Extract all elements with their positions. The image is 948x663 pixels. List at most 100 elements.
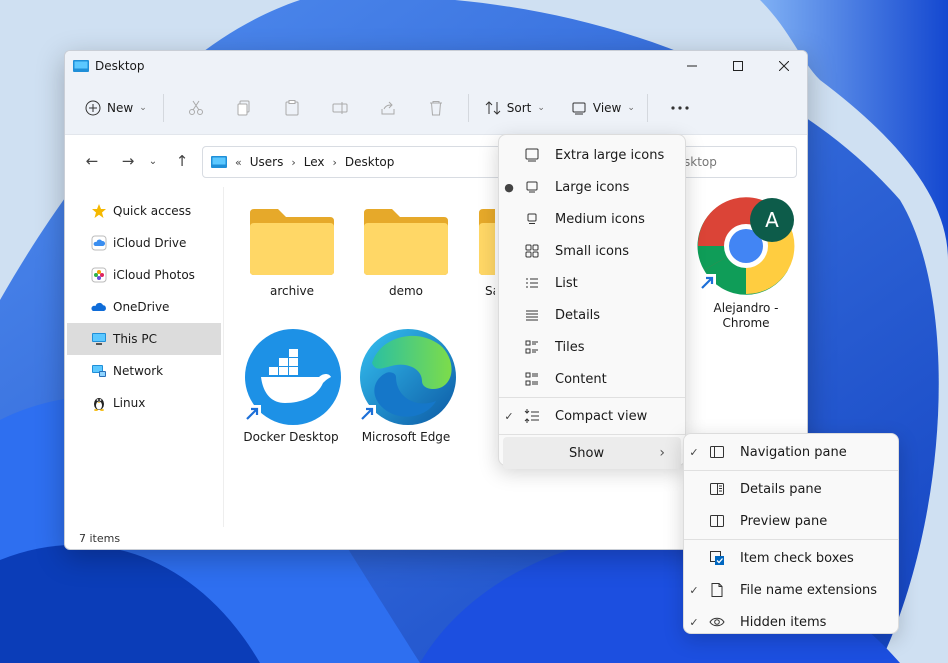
menu-item-hidden-items[interactable]: ✓ Hidden items xyxy=(684,606,898,638)
menu-item-navigation-pane[interactable]: ✓ Navigation pane xyxy=(684,436,898,468)
file-item-archive[interactable]: archive xyxy=(237,207,347,299)
chrome-icon: A xyxy=(697,197,795,295)
file-item-demo[interactable]: demo xyxy=(351,207,461,299)
menu-item-label: Details xyxy=(555,307,601,323)
address-bar[interactable]: « Users › Lex › Desktop xyxy=(202,146,502,178)
file-item-microsoft-edge[interactable]: Microsoft Edge xyxy=(351,327,461,445)
up-button[interactable]: ↑ xyxy=(167,146,197,176)
sidebar-item-label: Linux xyxy=(113,396,146,410)
chevron-right-icon: › xyxy=(332,155,337,169)
maximize-button[interactable] xyxy=(715,51,761,81)
menu-item-file-name-extensions[interactable]: ✓ File name extensions xyxy=(684,574,898,606)
file-item-alejandro-chrome[interactable]: A Alejandro - Chrome xyxy=(691,196,801,331)
delete-button[interactable] xyxy=(412,92,460,124)
item-count: 7 items xyxy=(79,532,121,545)
breadcrumb-desktop[interactable]: Desktop xyxy=(345,155,395,169)
minimize-button[interactable] xyxy=(669,51,715,81)
chevron-down-icon: ⌄ xyxy=(139,102,147,113)
rename-button[interactable] xyxy=(316,92,364,124)
menu-item-extra-large-icons[interactable]: Extra large icons xyxy=(499,139,685,171)
breadcrumb-users[interactable]: Users xyxy=(250,155,284,169)
menu-item-medium-icons[interactable]: Medium icons xyxy=(499,203,685,235)
checkmark-icon: ✓ xyxy=(504,409,514,423)
docker-icon xyxy=(243,329,341,425)
content-icon xyxy=(519,370,545,388)
trash-icon xyxy=(429,100,442,115)
paste-button[interactable] xyxy=(268,92,316,124)
copy-button[interactable] xyxy=(220,92,268,124)
more-options-button[interactable] xyxy=(656,92,704,124)
minimize-icon xyxy=(687,65,697,67)
file-label: demo xyxy=(388,284,424,298)
menu-item-details-pane[interactable]: Details pane xyxy=(684,473,898,505)
file-label: Docker Desktop xyxy=(243,430,339,444)
new-button[interactable]: New ⌄ xyxy=(77,92,155,124)
file-item-docker-desktop[interactable]: Docker Desktop xyxy=(236,327,346,445)
sort-icon xyxy=(485,100,501,115)
sidebar-item-network[interactable]: Network xyxy=(65,355,223,387)
menu-item-small-icons[interactable]: Small icons xyxy=(499,235,685,267)
sidebar-item-icloud-photos[interactable]: iCloud Photos xyxy=(65,259,223,291)
menu-item-item-check-boxes[interactable]: Item check boxes xyxy=(684,542,898,574)
arrow-up-icon: ↑ xyxy=(175,152,189,170)
navigation-pane: Quick access iCloud Drive iCloud Photos … xyxy=(65,187,223,527)
cut-button[interactable] xyxy=(172,92,220,124)
menu-item-show[interactable]: Show › xyxy=(503,437,681,469)
breadcrumb-lex[interactable]: Lex xyxy=(304,155,325,169)
scissors-icon xyxy=(188,100,203,115)
back-button[interactable]: ← xyxy=(77,146,107,176)
menu-divider xyxy=(499,434,685,435)
menu-item-large-icons[interactable]: ● Large icons xyxy=(499,171,685,203)
menu-item-details[interactable]: Details xyxy=(499,299,685,331)
file-label: archive xyxy=(269,284,315,298)
check-box-icon xyxy=(704,549,730,567)
preview-pane-icon xyxy=(704,512,730,530)
sidebar-item-this-pc[interactable]: This PC xyxy=(67,323,221,355)
menu-item-label: Show xyxy=(569,445,605,461)
file-item-sa[interactable]: Sa xyxy=(465,207,495,299)
sort-button[interactable]: Sort ⌄ xyxy=(477,92,553,124)
menu-item-compact-view[interactable]: ✓ Compact view xyxy=(499,400,685,432)
network-icon xyxy=(91,363,107,379)
checkmark-icon: ✓ xyxy=(689,583,699,597)
forward-button[interactable]: → xyxy=(113,146,143,176)
menu-item-label: Navigation pane xyxy=(740,444,847,460)
chevron-down-icon: ⌄ xyxy=(627,102,635,113)
sidebar-item-icloud-drive[interactable]: iCloud Drive xyxy=(65,227,223,259)
title-bar: Desktop xyxy=(65,51,807,81)
chevron-right-icon: › xyxy=(659,445,665,461)
sidebar-item-linux[interactable]: Linux xyxy=(65,387,223,419)
menu-item-label: Hidden items xyxy=(740,614,827,630)
avatar-letter: A xyxy=(765,208,779,232)
sidebar-item-quick-access[interactable]: Quick access xyxy=(65,195,223,227)
close-button[interactable] xyxy=(761,51,807,81)
sidebar-item-label: iCloud Photos xyxy=(113,268,195,282)
recent-locations-button[interactable]: ⌄ xyxy=(143,146,163,176)
menu-item-label: Extra large icons xyxy=(555,147,665,163)
menu-item-list[interactable]: List xyxy=(499,267,685,299)
menu-item-label: Large icons xyxy=(555,179,630,195)
breadcrumb-overflow[interactable]: « xyxy=(235,156,242,169)
share-button[interactable] xyxy=(364,92,412,124)
menu-item-label: Preview pane xyxy=(740,513,828,529)
menu-item-content[interactable]: Content xyxy=(499,363,685,395)
menu-item-label: Medium icons xyxy=(555,211,645,227)
menu-divider xyxy=(684,470,898,471)
file-icon xyxy=(704,581,730,599)
copy-icon xyxy=(237,100,250,115)
sidebar-item-label: OneDrive xyxy=(113,300,170,314)
checkmark-icon: ✓ xyxy=(689,445,699,459)
rename-icon xyxy=(332,101,348,114)
menu-item-label: Small icons xyxy=(555,243,629,259)
menu-item-tiles[interactable]: Tiles xyxy=(499,331,685,363)
menu-item-label: Content xyxy=(555,371,607,387)
menu-item-preview-pane[interactable]: Preview pane xyxy=(684,505,898,537)
clipboard-icon xyxy=(285,99,299,115)
arrow-right-icon: → xyxy=(121,152,135,170)
folder-icon xyxy=(250,209,334,275)
view-button[interactable]: View ⌄ xyxy=(563,92,643,124)
sidebar-item-onedrive[interactable]: OneDrive xyxy=(65,291,223,323)
chevron-right-icon: › xyxy=(291,155,296,169)
details-icon xyxy=(519,306,545,324)
menu-item-label: File name extensions xyxy=(740,582,878,598)
